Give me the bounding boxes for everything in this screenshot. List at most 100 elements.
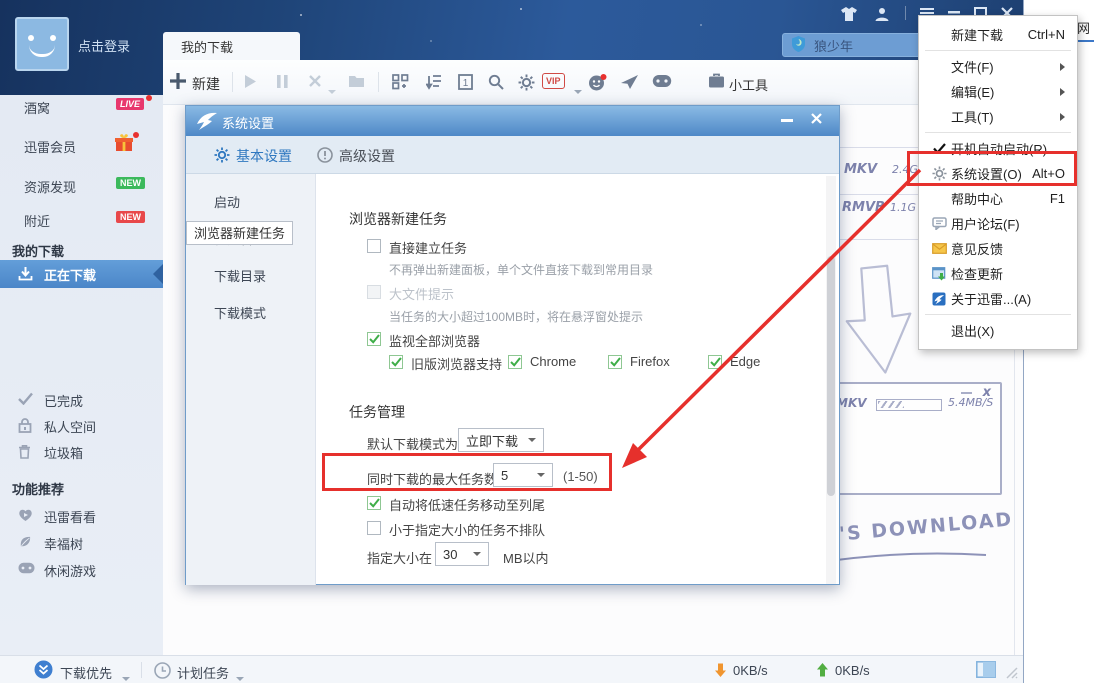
nav-item-browser-new-task[interactable]: 浏览器新建任务: [186, 221, 293, 245]
priority-icon: [34, 660, 53, 682]
scheduled-tasks-button[interactable]: 计划任务: [177, 663, 229, 682]
checkbox-label[interactable]: 小于指定大小的任务不排队: [389, 520, 545, 539]
checkbox-chrome[interactable]: [508, 355, 522, 369]
sidebar-item-nearby[interactable]: 附近 NEW: [0, 209, 163, 233]
sketch-file-size: 2.4G: [892, 163, 918, 176]
checkbox-legacy-browser[interactable]: [389, 355, 403, 369]
message-smiley-icon[interactable]: [588, 74, 607, 95]
tab-basic-settings[interactable]: 基本设置: [214, 146, 292, 166]
menu-item-file[interactable]: 文件(F): [919, 54, 1077, 79]
checkbox-edge[interactable]: [708, 355, 722, 369]
status-bar: 下载优先 计划任务 0KB/s 0KB/s: [0, 655, 1024, 683]
menu-item-exit[interactable]: 退出(X): [919, 318, 1077, 343]
batch-tasks-icon[interactable]: [392, 74, 409, 93]
bird-share-icon[interactable]: [620, 74, 639, 93]
sidebar-item-downloading[interactable]: 正在下载: [0, 260, 163, 288]
checkbox-bigfile-hint[interactable]: [367, 285, 381, 299]
tab-label: 我的下载: [181, 37, 233, 56]
avatar[interactable]: [15, 17, 69, 71]
number-filter-icon[interactable]: 1: [458, 74, 473, 93]
scheduled-caret[interactable]: [236, 669, 244, 683]
start-icon[interactable]: [243, 74, 258, 92]
max-tasks-select[interactable]: 5: [493, 463, 553, 487]
checkbox-label[interactable]: 自动将低速任务移动至列尾: [389, 495, 545, 514]
menu-item-tools[interactable]: 工具(T): [919, 104, 1077, 129]
tab-my-downloads[interactable]: 我的下载: [163, 32, 300, 60]
sidebar-item-kankan[interactable]: 迅雷看看: [0, 505, 163, 529]
menu-item-label: 工具(T): [951, 107, 994, 126]
download-priority-button[interactable]: 下载优先: [60, 663, 112, 682]
toolbox-button[interactable]: 小工具: [729, 75, 768, 94]
menu-item-autostart[interactable]: 开机自动启动(R): [919, 136, 1077, 161]
dialog-close-icon[interactable]: [810, 112, 823, 128]
menu-item-feedback[interactable]: 意见反馈: [919, 236, 1077, 261]
tab-advanced-settings[interactable]: 高级设置: [317, 146, 395, 166]
sidebar-section-features: 功能推荐: [12, 479, 64, 498]
sidebar-item-casual-games[interactable]: 休闲游戏: [0, 559, 163, 583]
panel-toggle-icon[interactable]: [976, 661, 996, 681]
sort-icon[interactable]: [426, 74, 442, 93]
size-select[interactable]: 30: [435, 542, 489, 566]
user-icon[interactable]: [874, 6, 890, 22]
menu-item-system-settings[interactable]: 系统设置(O) Alt+O: [919, 161, 1077, 186]
backdrop-partial-text: 网: [1077, 18, 1090, 37]
sidebar-item-private-space[interactable]: 私人空间: [0, 415, 163, 439]
sidebar-item-trash[interactable]: 垃圾箱: [0, 441, 163, 465]
dialog-nav: 启动 浏览器新建任务 任务管理 下载目录 下载模式: [186, 174, 316, 585]
new-badge-green: NEW: [116, 177, 145, 189]
checkbox-label[interactable]: Chrome: [530, 354, 576, 369]
sidebar-item-jiuwo[interactable]: 酒窝 LIVE: [0, 96, 163, 120]
checkbox-label[interactable]: 旧版浏览器支持: [411, 354, 502, 373]
delete-icon[interactable]: [308, 74, 322, 91]
vip-dropdown-caret[interactable]: [574, 82, 582, 97]
skin-icon[interactable]: [840, 6, 858, 22]
menu-item-edit[interactable]: 编辑(E): [919, 79, 1077, 104]
pause-icon[interactable]: [276, 74, 289, 92]
checkbox-monitor-browsers[interactable]: [367, 332, 381, 346]
sidebar-item-happy-tree[interactable]: 幸福树: [0, 532, 163, 556]
sketch-caption: IT'S DOWNLOAD: [814, 508, 1014, 547]
menu-item-help-center[interactable]: 帮助中心 F1: [919, 186, 1077, 211]
menu-separator: [925, 50, 1071, 51]
checkbox-lowspeed-move[interactable]: [367, 496, 381, 510]
checkbox-direct-task[interactable]: [367, 239, 381, 253]
checkbox-label[interactable]: Firefox: [630, 354, 670, 369]
menu-item-check-update[interactable]: 检查更新: [919, 261, 1077, 286]
checkbox-desc: 当任务的大小超过100MB时，将在悬浮窗处提示: [389, 308, 643, 325]
priority-caret[interactable]: [122, 669, 130, 683]
checkbox-small-noqueue[interactable]: [367, 521, 381, 535]
nav-item-download-directory[interactable]: 下载目录: [186, 258, 315, 295]
select-value: 30: [443, 547, 457, 562]
game-icon[interactable]: [652, 74, 672, 91]
menu-item-user-forum[interactable]: 用户论坛(F): [919, 211, 1077, 236]
sidebar-item-label: 休闲游戏: [44, 561, 96, 580]
dialog-titlebar[interactable]: 系统设置: [186, 106, 839, 136]
checkbox-label[interactable]: 监视全部浏览器: [389, 331, 480, 350]
resize-grip[interactable]: [1004, 665, 1018, 682]
sidebar-item-vip-member[interactable]: 迅雷会员: [0, 135, 163, 159]
gear-icon: [927, 166, 951, 181]
vip-icon[interactable]: VIP: [542, 73, 565, 89]
toolbox-icon[interactable]: [708, 73, 725, 92]
dialog-minimize-icon[interactable]: [781, 119, 793, 122]
checkbox-desc: 不再弹出新建面板，单个文件直接下载到常用目录: [389, 261, 653, 278]
settings-gear-icon[interactable]: [518, 74, 535, 94]
menu-item-about[interactable]: 关于迅雷...(A): [919, 286, 1077, 311]
lock-icon: [18, 418, 32, 436]
login-link[interactable]: 点击登录: [78, 36, 130, 55]
sidebar-item-resources[interactable]: 资源发现 NEW: [0, 175, 163, 199]
open-folder-icon[interactable]: [348, 74, 365, 91]
sidebar-item-completed[interactable]: 已完成: [0, 389, 163, 413]
new-task-button[interactable]: 新建: [192, 74, 220, 94]
checkbox-label[interactable]: 直接建立任务: [389, 238, 467, 257]
checkbox-label[interactable]: Edge: [730, 354, 760, 369]
checkbox-firefox[interactable]: [608, 355, 622, 369]
new-task-icon[interactable]: [169, 72, 187, 93]
nav-item-download-mode[interactable]: 下载模式: [186, 295, 315, 332]
default-mode-select[interactable]: 立即下载: [458, 428, 544, 452]
dialog-scrollbar-thumb[interactable]: [827, 256, 835, 496]
search-tasks-icon[interactable]: [488, 74, 504, 93]
field-label: 指定大小在: [367, 548, 432, 567]
menu-item-new-download[interactable]: 新建下载 Ctrl+N: [919, 22, 1077, 47]
delete-dropdown-caret[interactable]: [328, 82, 336, 97]
